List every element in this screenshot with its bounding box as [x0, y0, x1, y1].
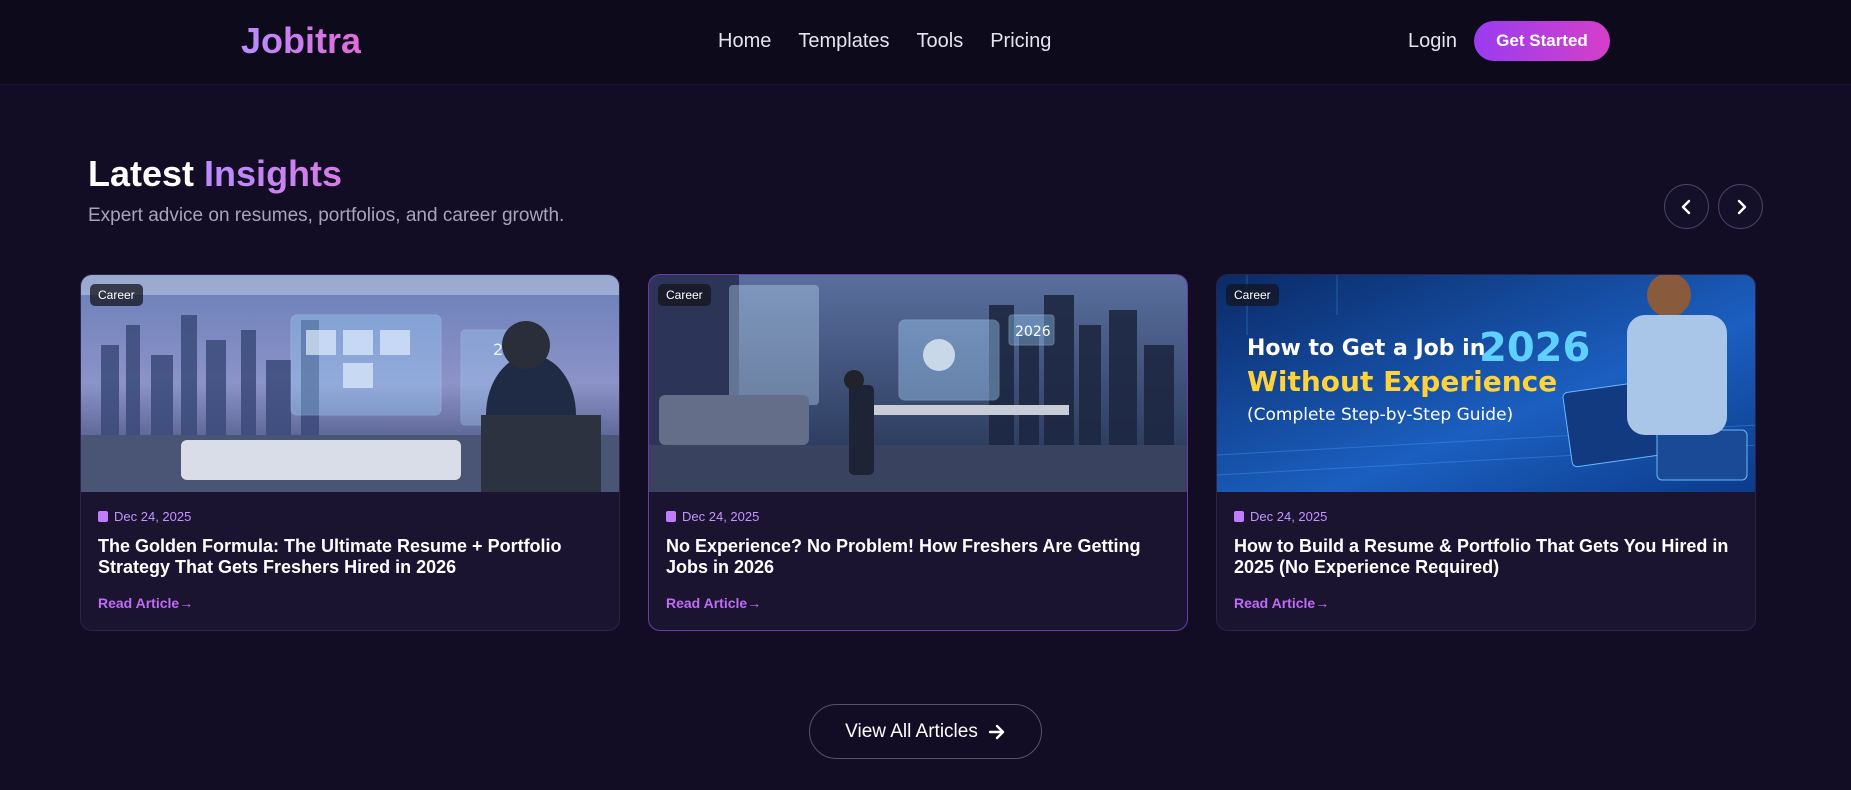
category-tag: Career [658, 284, 711, 306]
nav-templates[interactable]: Templates [798, 30, 889, 53]
calendar-icon [98, 511, 108, 522]
image-headline-line1: How to Get a Job in [1247, 336, 1485, 361]
read-article-label: Read Article [666, 595, 748, 611]
article-card[interactable]: How to Get a Job in 2026 Without Experie… [1216, 274, 1756, 631]
section-subtitle: Expert advice on resumes, portfolios, an… [88, 205, 565, 226]
read-article-link[interactable]: Read Article→ [666, 595, 761, 611]
image-headline-line3: (Complete Step-by-Step Guide) [1247, 405, 1513, 425]
calendar-icon [1234, 511, 1244, 522]
article-date: Dec 24, 2025 [666, 509, 1176, 524]
card-body: Dec 24, 2025 The Golden Formula: The Ult… [98, 509, 608, 578]
card-body: Dec 24, 2025 No Experience? No Problem! … [666, 509, 1176, 578]
nav-pricing[interactable]: Pricing [990, 30, 1051, 53]
category-tag: Career [1226, 284, 1279, 306]
arrow-right-icon [988, 724, 1005, 739]
read-article-link[interactable]: Read Article→ [1234, 595, 1329, 611]
carousel-next-button[interactable] [1718, 184, 1763, 229]
category-tag: Career [90, 284, 143, 306]
article-title[interactable]: How to Build a Resume & Portfolio That G… [1234, 536, 1744, 578]
get-started-button[interactable]: Get Started [1474, 21, 1610, 61]
article-image[interactable]: 2030 [81, 275, 619, 492]
date-text: Dec 24, 2025 [114, 509, 192, 524]
brand-logo[interactable]: Jobitra [241, 20, 361, 62]
section-title-main: Latest [88, 153, 195, 194]
article-card[interactable]: 2030 Career Dec 24, 2025 The Golden Form… [80, 274, 620, 631]
section-title: Latest Insights [88, 153, 342, 195]
chevron-right-icon [1737, 199, 1746, 214]
article-date: Dec 24, 2025 [98, 509, 608, 524]
card-body: Dec 24, 2025 How to Build a Resume & Por… [1234, 509, 1744, 578]
image-headline-line2: Without Experience [1247, 365, 1557, 398]
image-year-text: 2026 [1015, 324, 1051, 340]
date-text: Dec 24, 2025 [682, 509, 760, 524]
main-nav: Home Templates Tools Pricing [718, 30, 1078, 53]
article-title[interactable]: No Experience? No Problem! How Freshers … [666, 536, 1176, 578]
view-all-articles-button[interactable]: View All Articles [809, 704, 1042, 759]
arrow-right-icon: → [179, 595, 194, 611]
date-text: Dec 24, 2025 [1250, 509, 1328, 524]
site-header: Jobitra Home Templates Tools Pricing Log… [0, 0, 1851, 85]
article-card[interactable]: 2026 Career Dec 24, 2025 No Experience? … [648, 274, 1188, 631]
nav-home[interactable]: Home [718, 30, 771, 53]
article-date: Dec 24, 2025 [1234, 509, 1744, 524]
nav-tools[interactable]: Tools [917, 30, 964, 53]
article-title[interactable]: The Golden Formula: The Ultimate Resume … [98, 536, 608, 578]
read-article-link[interactable]: Read Article→ [98, 595, 193, 611]
section-title-accent: Insights [204, 153, 343, 194]
read-article-label: Read Article [98, 595, 180, 611]
view-all-label: View All Articles [845, 720, 978, 742]
article-image[interactable]: 2026 [649, 275, 1187, 492]
chevron-left-icon [1681, 199, 1690, 214]
calendar-icon [666, 511, 676, 522]
arrow-right-icon: → [747, 595, 762, 611]
arrow-right-icon: → [1315, 595, 1330, 611]
login-link[interactable]: Login [1408, 30, 1457, 53]
carousel-prev-button[interactable] [1664, 184, 1709, 229]
article-image[interactable]: How to Get a Job in 2026 Without Experie… [1217, 275, 1755, 492]
read-article-label: Read Article [1234, 595, 1316, 611]
